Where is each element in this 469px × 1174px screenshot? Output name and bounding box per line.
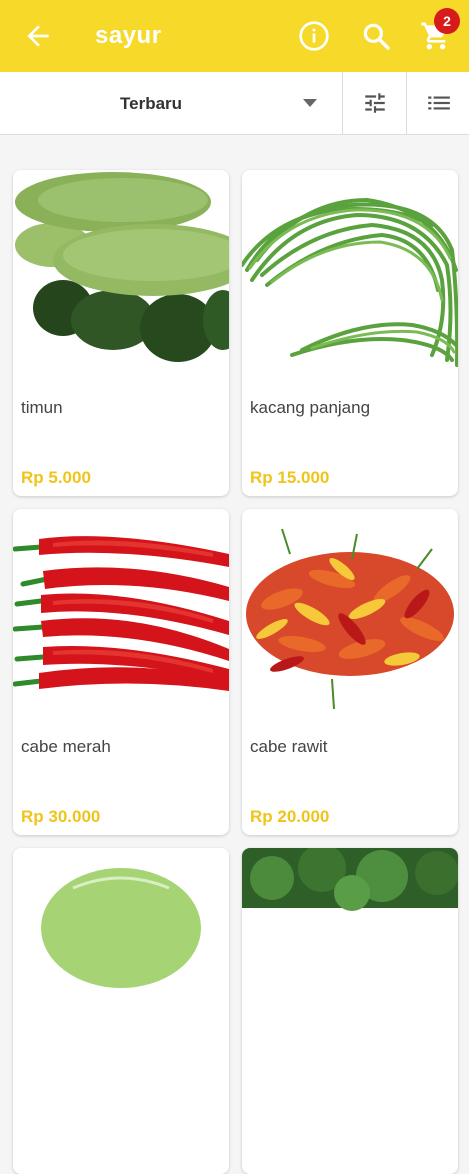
bird-eye-chili-image	[242, 509, 458, 719]
sort-dropdown[interactable]: Terbaru	[0, 72, 342, 134]
product-name: cabe rawit	[250, 737, 328, 756]
sort-label: Terbaru	[120, 94, 183, 113]
filter-button[interactable]	[342, 72, 406, 134]
product-name: timun	[21, 398, 63, 417]
back-arrow-icon[interactable]	[22, 20, 54, 52]
product-card[interactable]: cabe merah Rp 30.000	[13, 509, 229, 835]
red-chili-image	[13, 509, 229, 719]
product-price: Rp 5.000	[21, 468, 91, 487]
product-grid: timun Rp 5.000 kacang panjang Rp 15.000 …	[0, 134, 469, 1174]
app-bar: sayur 2	[0, 0, 469, 72]
product-price: Rp 20.000	[250, 807, 330, 826]
cabbage-image	[13, 848, 229, 1058]
product-card[interactable]: timun Rp 5.000	[13, 170, 229, 496]
tune-icon	[365, 93, 385, 113]
info-icon[interactable]	[298, 20, 330, 52]
long-bean-image	[242, 170, 458, 380]
dropdown-caret-icon	[303, 99, 317, 107]
cucumber-image	[13, 170, 229, 380]
list-view-icon	[428, 96, 450, 110]
list-view-button[interactable]	[406, 72, 469, 134]
product-name: cabe merah	[21, 737, 111, 756]
product-name: kacang panjang	[250, 398, 371, 417]
cart-count-badge: 2	[434, 8, 460, 34]
broccoli-image	[242, 848, 458, 1058]
product-price: Rp 30.000	[21, 807, 101, 826]
page-title: sayur	[95, 22, 162, 49]
product-card[interactable]	[13, 848, 229, 1174]
product-price: Rp 15.000	[250, 468, 330, 487]
product-card[interactable]: kacang panjang Rp 15.000	[242, 170, 458, 496]
product-card[interactable]: cabe rawit Rp 20.000	[242, 509, 458, 835]
search-icon[interactable]	[360, 20, 392, 52]
sort-filter-toolbar: Terbaru	[0, 72, 469, 135]
product-card[interactable]	[242, 848, 458, 1174]
